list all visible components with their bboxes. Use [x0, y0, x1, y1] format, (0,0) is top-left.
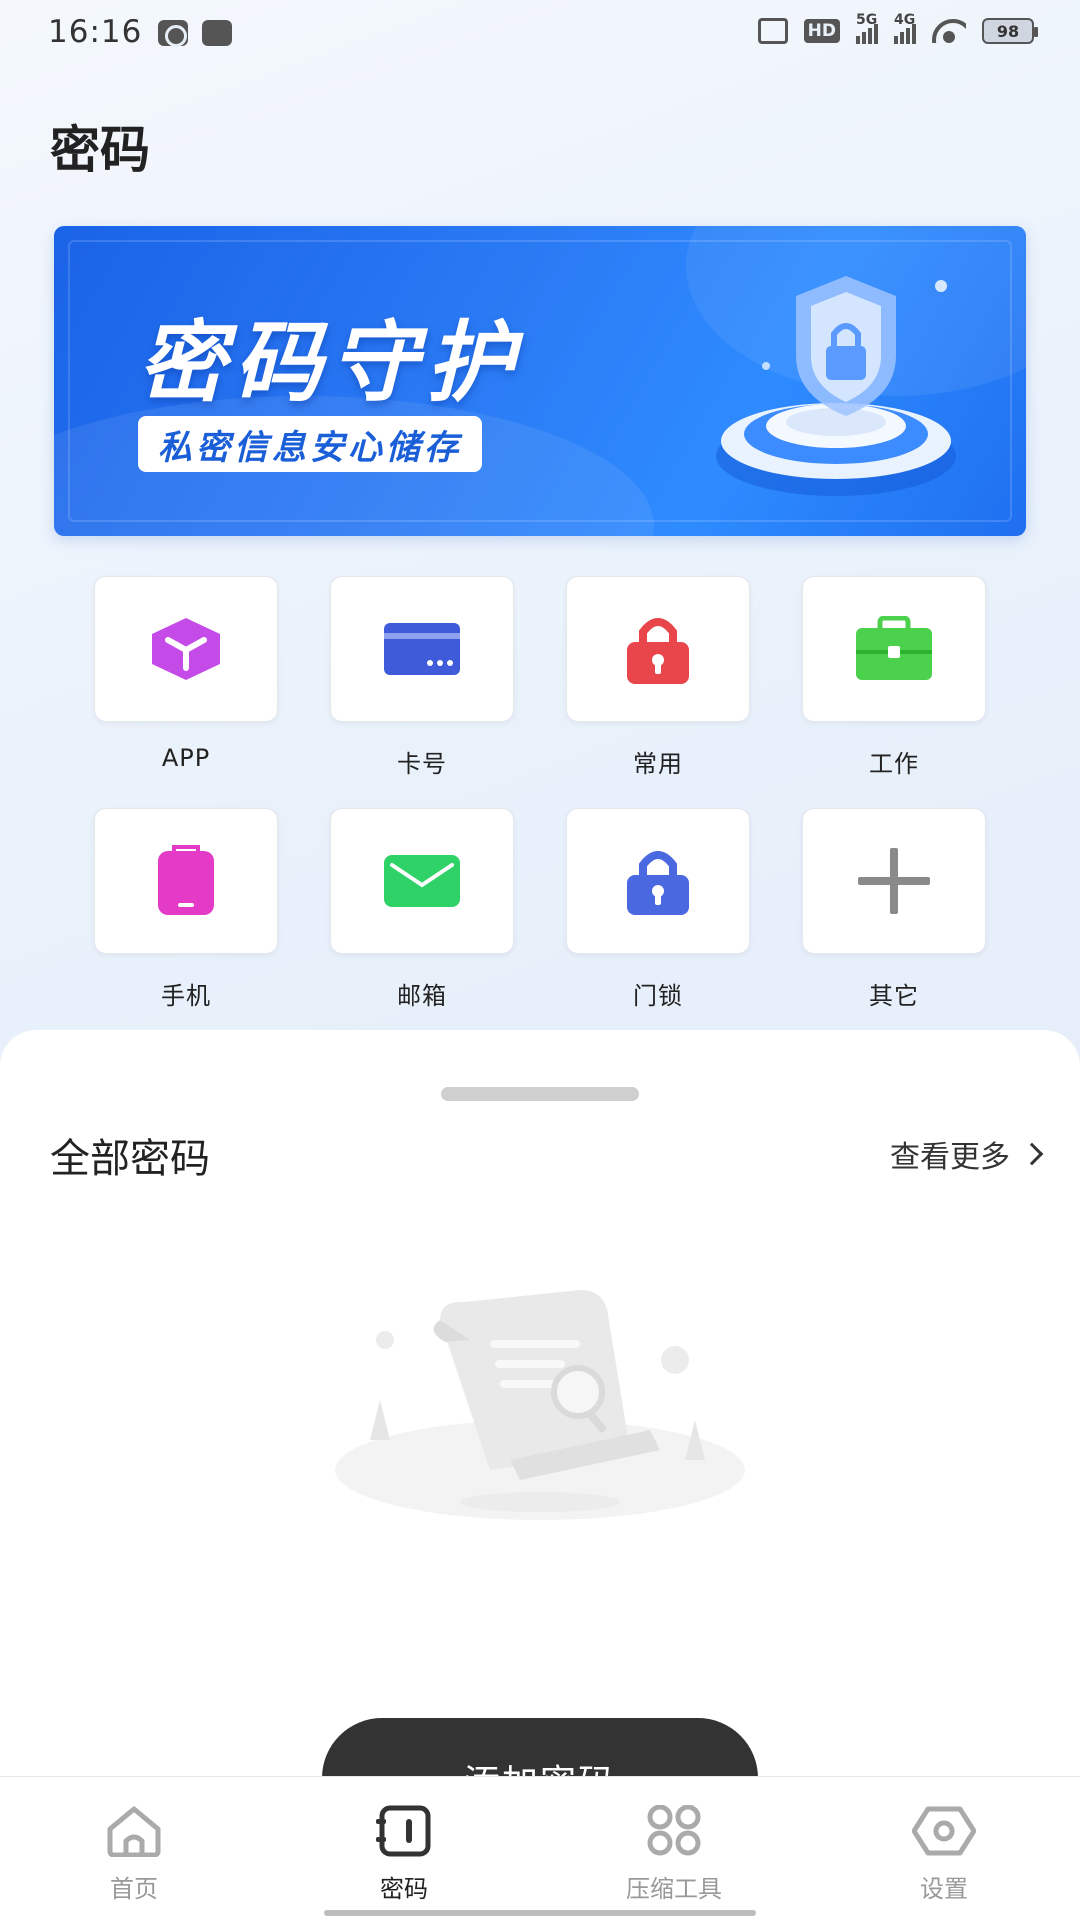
category-other[interactable]: 其它	[802, 808, 986, 1011]
bottom-tab-bar: 首页 密码 压缩工具 设置	[0, 1776, 1080, 1920]
hd-icon: HD	[803, 19, 840, 43]
section-title: 全部密码	[50, 1136, 210, 1182]
category-phone[interactable]: 手机	[94, 808, 278, 1011]
status-notification-icons	[158, 20, 232, 47]
battery-icon: 98	[982, 18, 1038, 44]
tab-compress-tools[interactable]: 压缩工具	[594, 1803, 754, 1904]
cube-icon	[152, 618, 220, 680]
home-icon	[102, 1803, 166, 1859]
category-tile[interactable]	[330, 808, 514, 954]
category-tile[interactable]	[94, 808, 278, 954]
view-more-label: 查看更多	[890, 1140, 1010, 1175]
category-tile[interactable]	[566, 808, 750, 954]
banner-title: 密码守护	[138, 311, 523, 414]
category-tile[interactable]	[330, 576, 514, 722]
category-label: 手机	[161, 982, 211, 1010]
tab-password[interactable]: 密码	[324, 1803, 484, 1904]
category-tile[interactable]	[802, 808, 986, 954]
signal-4g-icon: 4G	[894, 12, 916, 44]
tab-label: 首页	[110, 1875, 158, 1903]
category-tile[interactable]	[566, 576, 750, 722]
phone-icon	[158, 845, 214, 915]
promo-banner[interactable]: 密码守护 私密信息安心储存	[54, 226, 1026, 536]
tab-label: 密码	[380, 1875, 428, 1903]
tab-label: 压缩工具	[626, 1875, 722, 1903]
category-common[interactable]: 常用	[566, 576, 750, 779]
category-mail[interactable]: 邮箱	[330, 808, 514, 1011]
category-label: 邮箱	[397, 982, 447, 1010]
settings-hex-icon	[912, 1803, 976, 1859]
grid-icon	[642, 1803, 706, 1859]
notification-square-icon	[202, 20, 232, 46]
shield-lock-illustration-icon	[716, 276, 956, 496]
banner-subtitle: 私密信息安心储存	[138, 416, 482, 472]
wifi-icon	[932, 19, 966, 43]
category-label: 工作	[869, 750, 919, 778]
category-label: 卡号	[397, 750, 447, 778]
category-card[interactable]: 卡号	[330, 576, 514, 779]
status-bar: 16:16 HD 5G 4G 98	[0, 0, 1080, 70]
category-label: 常用	[633, 750, 683, 778]
door-lock-icon	[627, 851, 689, 915]
category-door-lock[interactable]: 门锁	[566, 808, 750, 1011]
category-app[interactable]: APP	[94, 576, 278, 772]
signal-5g-label: 5G	[856, 12, 878, 28]
status-right-icons: HD 5G 4G 98	[757, 12, 1038, 44]
status-time: 16:16	[48, 14, 143, 50]
category-label: APP	[161, 744, 211, 772]
chevron-right-icon	[1020, 1142, 1044, 1166]
empty-state-illustration-icon	[335, 1290, 745, 1520]
category-label: 其它	[869, 982, 919, 1010]
home-indicator[interactable]	[324, 1910, 756, 1916]
notification-app-icon	[158, 20, 188, 47]
mail-icon	[384, 855, 460, 907]
view-more-link[interactable]: 查看更多	[890, 1132, 1044, 1176]
briefcase-icon	[856, 616, 932, 680]
tab-home[interactable]: 首页	[54, 1803, 214, 1904]
plus-icon	[858, 848, 930, 914]
tab-label: 设置	[920, 1875, 968, 1903]
category-tile[interactable]	[94, 576, 278, 722]
screen: { "status_bar": { "time": "16:16", "hd_l…	[0, 0, 1080, 1920]
lock-icon	[627, 618, 689, 684]
tab-settings[interactable]: 设置	[864, 1803, 1024, 1904]
signal-4g-label: 4G	[894, 12, 916, 28]
category-tile[interactable]	[802, 576, 986, 722]
page-title: 密码	[50, 121, 150, 179]
vibrate-icon	[757, 18, 788, 44]
sheet-drag-handle[interactable]	[441, 1087, 639, 1101]
category-label: 门锁	[633, 982, 683, 1010]
category-work[interactable]: 工作	[802, 576, 986, 779]
notebook-icon	[372, 1803, 436, 1859]
card-icon	[384, 623, 460, 675]
signal-5g-icon: 5G	[856, 12, 878, 44]
